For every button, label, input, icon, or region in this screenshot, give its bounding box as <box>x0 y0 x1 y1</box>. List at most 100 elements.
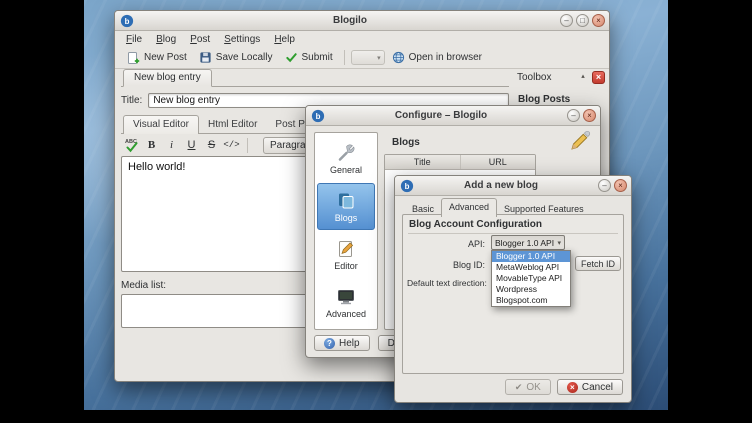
section-title: Blog Account Configuration <box>409 219 542 230</box>
cancel-icon: × <box>567 382 578 393</box>
svg-text:b: b <box>405 182 410 191</box>
toolbox-title: Toolbox <box>515 72 574 83</box>
cancel-button[interactable]: × Cancel <box>557 379 623 395</box>
sidebar-label: Editor <box>334 261 358 271</box>
toolbox-header: Toolbox ▴ × <box>515 69 605 85</box>
blogs-table-header: Title URL <box>385 155 535 170</box>
add-blog-titlebar[interactable]: b Add a new blog – × <box>395 176 631 196</box>
tab-basic[interactable]: Basic <box>405 201 441 217</box>
blogilo-app-icon: b <box>311 109 325 123</box>
add-blog-pencil-icon[interactable] <box>569 130 591 152</box>
main-titlebar[interactable]: b Blogilo – □ × <box>115 11 609 31</box>
browser-globe-icon <box>392 51 405 64</box>
ok-label: OK <box>526 382 540 393</box>
underline-button[interactable]: U <box>183 137 200 154</box>
main-toolbar: New Post Save Locally Submit ▾ <box>115 47 609 69</box>
option-metaweblog-api[interactable]: MetaWeblog API <box>492 262 570 273</box>
editor-page-icon <box>336 239 356 259</box>
check-icon: ✔ <box>515 382 523 393</box>
add-blog-dialog: b Add a new blog – × Basic Advanced Supp… <box>394 175 632 403</box>
blog-id-label: Blog ID: <box>405 260 485 270</box>
submit-button[interactable]: Submit <box>280 49 338 66</box>
menu-settings[interactable]: Settings <box>217 33 267 46</box>
tab-new-blog-entry[interactable]: New blog entry <box>123 69 212 87</box>
close-icon[interactable]: × <box>592 14 605 27</box>
window-title: Blogilo <box>141 11 559 31</box>
new-post-label: New Post <box>144 52 187 63</box>
option-blogspot[interactable]: Blogspot.com <box>492 295 570 306</box>
page-title: Blogs <box>392 137 420 148</box>
option-wordpress[interactable]: Wordpress <box>492 284 570 295</box>
italic-button[interactable]: i <box>163 137 180 154</box>
tab-supported-features[interactable]: Supported Features <box>497 201 591 217</box>
maximize-icon[interactable]: □ <box>576 14 589 27</box>
save-locally-button[interactable]: Save Locally <box>194 49 278 66</box>
option-blogger-api[interactable]: Blogger 1.0 API <box>492 251 570 262</box>
api-label: API: <box>405 239 485 249</box>
minimize-icon[interactable]: – <box>560 14 573 27</box>
configure-sidebar: General Blogs Editor Advanced <box>314 132 378 330</box>
strikethrough-button[interactable]: S <box>203 137 220 154</box>
toolbar-separator <box>344 50 345 65</box>
tab-advanced[interactable]: Advanced <box>441 198 497 217</box>
new-post-icon <box>126 51 140 65</box>
help-icon: ? <box>324 338 335 349</box>
chevron-down-icon: ▾ <box>557 239 561 247</box>
new-post-button[interactable]: New Post <box>121 49 192 67</box>
menu-file[interactable]: File <box>119 33 149 46</box>
fetch-id-button[interactable]: Fetch ID <box>575 256 621 271</box>
desktop: b Blogilo – □ × File Blog Post Settings … <box>0 0 752 423</box>
api-combobox[interactable]: Blogger 1.0 API ▾ <box>491 235 565 250</box>
code-button[interactable]: </> <box>223 137 240 154</box>
sidebar-label: Blogs <box>335 213 358 223</box>
minimize-icon[interactable]: – <box>567 109 580 122</box>
fetch-id-label: Fetch ID <box>581 259 615 269</box>
sidebar-item-general[interactable]: General <box>317 135 375 182</box>
format-separator <box>247 138 248 153</box>
help-label: Help <box>339 338 360 349</box>
option-movabletype-api[interactable]: MovableType API <box>492 273 570 284</box>
configure-titlebar[interactable]: b Configure – Blogilo – × <box>306 106 600 126</box>
column-title[interactable]: Title <box>385 155 461 169</box>
section-divider <box>408 233 618 234</box>
sidebar-item-blogs[interactable]: Blogs <box>317 183 375 230</box>
sidebar-label: Advanced <box>326 309 366 319</box>
cancel-label: Cancel <box>582 382 613 393</box>
open-in-browser-label: Open in browser <box>409 52 482 63</box>
sidebar-item-editor[interactable]: Editor <box>317 231 375 278</box>
ok-button[interactable]: ✔ OK <box>505 379 551 395</box>
terminal-icon <box>336 287 356 307</box>
api-dropdown-popup: Blogger 1.0 API MetaWeblog API MovableTy… <box>491 250 571 307</box>
blogs-icon <box>336 191 356 211</box>
menu-help[interactable]: Help <box>267 33 302 46</box>
save-icon <box>199 51 212 64</box>
post-body-text: Hello world! <box>128 161 185 173</box>
toolbox-section-blog-posts[interactable]: Blog Posts <box>515 94 605 105</box>
dialog-title: Add a new blog <box>421 176 581 196</box>
minimize-icon[interactable]: – <box>598 179 611 192</box>
svg-text:b: b <box>316 112 321 121</box>
tab-visual-editor[interactable]: Visual Editor <box>123 115 199 134</box>
save-locally-label: Save Locally <box>216 52 273 63</box>
open-in-browser-button[interactable]: Open in browser <box>387 49 487 66</box>
sidebar-item-advanced[interactable]: Advanced <box>317 279 375 326</box>
help-button[interactable]: ? Help <box>314 335 370 351</box>
spellcheck-icon[interactable]: ABC <box>123 137 140 154</box>
sidebar-label: General <box>330 165 362 175</box>
bold-button[interactable]: B <box>143 137 160 154</box>
menu-post[interactable]: Post <box>183 33 217 46</box>
add-blog-tabs: Basic Advanced Supported Features <box>405 198 591 217</box>
submit-icon <box>285 51 298 64</box>
text-direction-label: Default text direction: <box>407 278 487 288</box>
close-icon[interactable]: × <box>583 109 596 122</box>
wrench-icon <box>336 143 356 163</box>
close-dock-icon[interactable]: × <box>592 71 605 84</box>
media-upload-combo[interactable]: ▾ <box>351 50 385 65</box>
column-url[interactable]: URL <box>461 155 536 169</box>
menu-blog[interactable]: Blog <box>149 33 183 46</box>
tab-html-editor[interactable]: Html Editor <box>199 116 266 133</box>
close-icon[interactable]: × <box>614 179 627 192</box>
document-tabbar: New blog entry <box>121 69 509 87</box>
svg-text:b: b <box>125 17 130 26</box>
float-dock-icon[interactable]: ▴ <box>577 71 589 83</box>
